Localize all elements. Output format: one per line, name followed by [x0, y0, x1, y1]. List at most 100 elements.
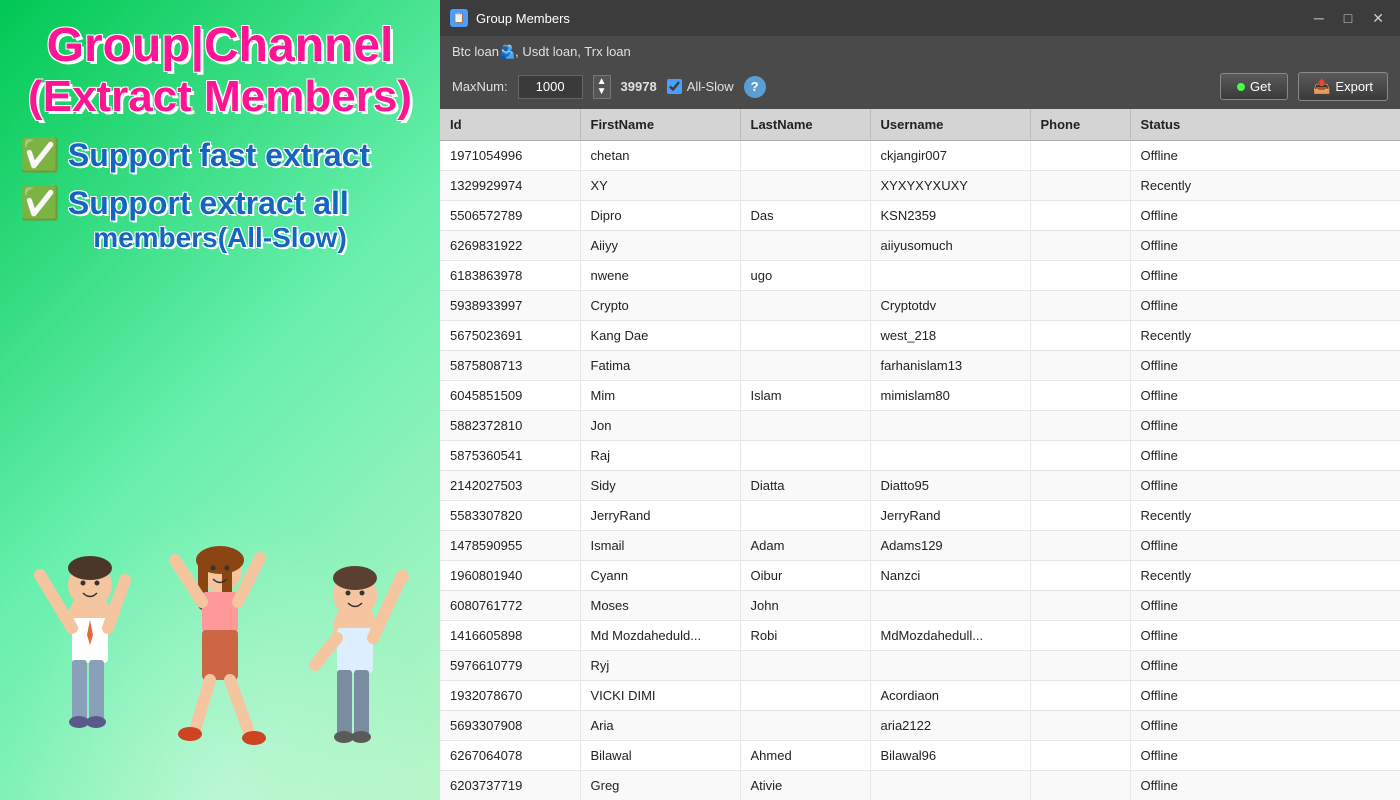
cell-id: 6080761772	[440, 591, 580, 621]
cell-firstname: Ryj	[580, 651, 740, 681]
allslow-checkbox[interactable]	[667, 79, 682, 94]
table-row[interactable]: 2142027503SidyDiattaDiatto95Offline	[440, 471, 1400, 501]
cell-id: 5693307908	[440, 711, 580, 741]
cell-status: Offline	[1130, 351, 1400, 381]
cell-lastname	[740, 501, 870, 531]
cell-phone	[1030, 261, 1130, 291]
feature-extract-all: ✅ Support extract all members(All-Slow)	[20, 184, 420, 254]
table-row[interactable]: 1932078670VICKI DIMIAcordiaonOffline	[440, 681, 1400, 711]
table-row[interactable]: 5938933997CryptoCryptotdvOffline	[440, 291, 1400, 321]
maxnum-input[interactable]	[518, 75, 583, 99]
cell-lastname	[740, 711, 870, 741]
export-icon: 📤	[1313, 78, 1330, 95]
toolbar-row: MaxNum: ▲ ▼ 39978 All-Slow ? Get 📤 Expor…	[440, 68, 1400, 109]
cell-id: 5882372810	[440, 411, 580, 441]
cell-firstname: Mim	[580, 381, 740, 411]
table-row[interactable]: 5882372810Jon Offline	[440, 411, 1400, 441]
table-row[interactable]: 5506572789DiproDasKSN2359Offline	[440, 201, 1400, 231]
table-row[interactable]: 5583307820JerryRandJerryRandRecently	[440, 501, 1400, 531]
table-row[interactable]: 1478590955IsmailAdamAdams129Offline	[440, 531, 1400, 561]
maximize-button[interactable]: □	[1338, 5, 1358, 31]
cell-status: Offline	[1130, 141, 1400, 171]
cell-firstname: VICKI DIMI	[580, 681, 740, 711]
col-username: Username	[870, 109, 1030, 141]
cell-status: Offline	[1130, 471, 1400, 501]
cell-username	[870, 441, 1030, 471]
cell-lastname: John	[740, 591, 870, 621]
cell-lastname: Oibur	[740, 561, 870, 591]
table-row[interactable]: 1960801940CyannOiburNanzciRecently	[440, 561, 1400, 591]
title-block: Group|Channel (Extract Members)	[28, 20, 412, 121]
cell-username	[870, 411, 1030, 441]
cell-username	[870, 771, 1030, 800]
cell-firstname: Raj	[580, 441, 740, 471]
window-title: Group Members	[476, 11, 1308, 26]
cell-lastname	[740, 651, 870, 681]
table-row[interactable]: 6045851509MimIslammimislam80Offline	[440, 381, 1400, 411]
table-row[interactable]: 6269831922AiiyyaiiyusomuchOffline	[440, 231, 1400, 261]
cell-lastname: ugo	[740, 261, 870, 291]
cell-lastname	[740, 141, 870, 171]
people-illustration	[0, 480, 440, 800]
cell-firstname: Kang Dae	[580, 321, 740, 351]
cell-status: Offline	[1130, 531, 1400, 561]
maxnum-label: MaxNum:	[452, 79, 508, 94]
table-row[interactable]: 6267064078BilawalAhmedBilawal96Offline	[440, 741, 1400, 771]
cell-id: 2142027503	[440, 471, 580, 501]
minimize-button[interactable]: ─	[1308, 5, 1330, 31]
cell-status: Offline	[1130, 591, 1400, 621]
cell-lastname	[740, 681, 870, 711]
table-row[interactable]: 5875808713Fatimafarhanislam13Offline	[440, 351, 1400, 381]
table-row[interactable]: 6203737719GregAtivieOffline	[440, 771, 1400, 800]
get-label: Get	[1250, 79, 1271, 94]
cell-id: 6045851509	[440, 381, 580, 411]
cell-id: 5976610779	[440, 651, 580, 681]
cell-firstname: Greg	[580, 771, 740, 800]
cell-lastname: Ahmed	[740, 741, 870, 771]
cell-status: Offline	[1130, 201, 1400, 231]
window-controls[interactable]: ─ □ ✕	[1308, 5, 1390, 31]
table-row[interactable]: 5675023691Kang Daewest_218Recently	[440, 321, 1400, 351]
table-row[interactable]: 1329929974XYXYXYXYXUXYRecently	[440, 171, 1400, 201]
table-row[interactable]: 5693307908Ariaaria2122Offline	[440, 711, 1400, 741]
export-button[interactable]: 📤 Export	[1298, 72, 1388, 101]
cell-firstname: Crypto	[580, 291, 740, 321]
table-row[interactable]: 5875360541RajOffline	[440, 441, 1400, 471]
cell-id: 6267064078	[440, 741, 580, 771]
cell-firstname: Jon	[580, 411, 740, 441]
table-body: 1971054996chetanckjangir007Offline132992…	[440, 141, 1400, 800]
cell-phone	[1030, 621, 1130, 651]
col-id: Id	[440, 109, 580, 141]
cell-id: 5506572789	[440, 201, 580, 231]
cell-firstname: Md Mozdaheduld...	[580, 621, 740, 651]
help-button[interactable]: ?	[744, 76, 766, 98]
spinner-buttons[interactable]: ▲ ▼	[593, 75, 611, 99]
cell-id: 1329929974	[440, 171, 580, 201]
table-row[interactable]: 6183863978nweneugoOffline	[440, 261, 1400, 291]
close-button[interactable]: ✕	[1366, 5, 1390, 31]
cell-status: Offline	[1130, 411, 1400, 441]
cell-phone	[1030, 171, 1130, 201]
table-row[interactable]: 1416605898Md Mozdaheduld...RobiMdMozdahe…	[440, 621, 1400, 651]
cell-phone	[1030, 471, 1130, 501]
cell-status: Offline	[1130, 771, 1400, 800]
table-row[interactable]: 6080761772MosesJohnOffline	[440, 591, 1400, 621]
cell-phone	[1030, 531, 1130, 561]
cell-phone	[1030, 351, 1130, 381]
cell-username: Diatto95	[870, 471, 1030, 501]
group-name-text: Btc loan🫂, Usdt loan, Trx loan	[452, 44, 631, 60]
table-row[interactable]: 5976610779RyjOffline	[440, 651, 1400, 681]
table-row[interactable]: 1971054996chetanckjangir007Offline	[440, 141, 1400, 171]
cell-lastname: Islam	[740, 381, 870, 411]
allslow-checkbox-label[interactable]: All-Slow	[667, 79, 734, 94]
cell-firstname: nwene	[580, 261, 740, 291]
cell-id: 6203737719	[440, 771, 580, 800]
table-scroll-wrapper[interactable]: Id FirstName LastName Username Phone Sta…	[440, 109, 1400, 800]
cell-status: Offline	[1130, 711, 1400, 741]
cell-status: Offline	[1130, 381, 1400, 411]
cell-status: Offline	[1130, 261, 1400, 291]
cell-username: XYXYXYXUXY	[870, 171, 1030, 201]
get-button[interactable]: Get	[1220, 73, 1288, 100]
cell-phone	[1030, 321, 1130, 351]
cell-lastname: Diatta	[740, 471, 870, 501]
